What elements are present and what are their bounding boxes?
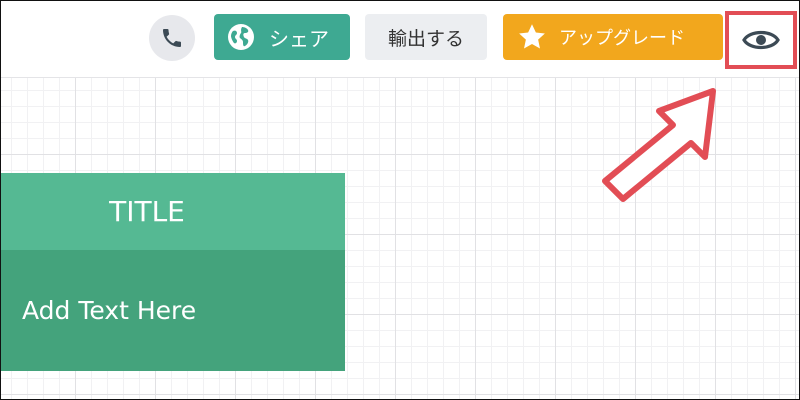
- phone-icon: [163, 29, 181, 47]
- star-icon: [519, 24, 545, 49]
- eye-icon: [742, 30, 780, 50]
- app-frame: シェア 輸出する アップグレード TITLE Add Text Here: [0, 0, 800, 400]
- upgrade-button[interactable]: アップグレード: [503, 14, 723, 60]
- export-label: 輸出する: [387, 27, 464, 50]
- globe-icon: [228, 24, 254, 50]
- upgrade-label: アップグレード: [559, 28, 685, 49]
- text-card[interactable]: TITLE Add Text Here: [1, 173, 345, 371]
- preview-button[interactable]: [725, 11, 797, 69]
- card-body-text[interactable]: Add Text Here: [1, 250, 345, 371]
- phone-button[interactable]: [149, 15, 195, 61]
- export-button[interactable]: 輸出する: [365, 14, 487, 60]
- share-label: シェア: [269, 26, 329, 51]
- card-title[interactable]: TITLE: [1, 173, 345, 250]
- top-toolbar: シェア 輸出する アップグレード: [1, 1, 799, 78]
- arrow-pointer-icon: [602, 88, 716, 202]
- share-button[interactable]: シェア: [214, 14, 350, 60]
